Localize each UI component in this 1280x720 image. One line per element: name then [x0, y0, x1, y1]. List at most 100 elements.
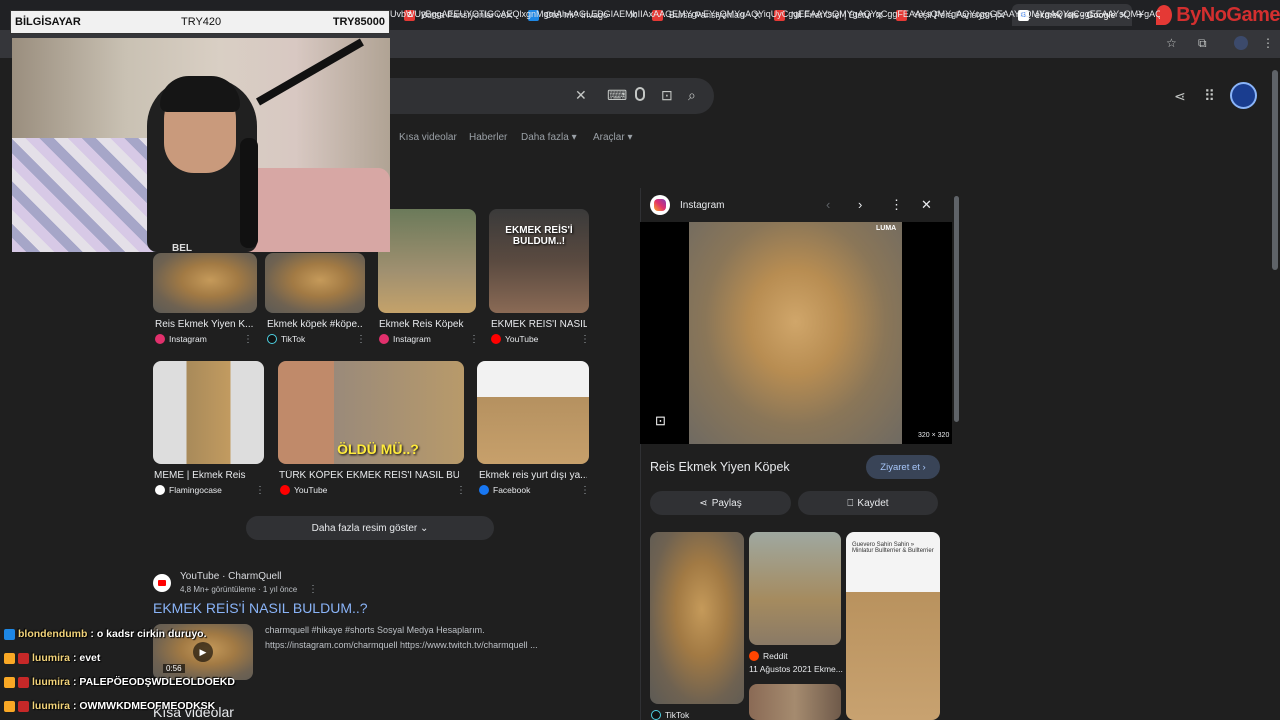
- related-image[interactable]: [749, 532, 841, 645]
- chat-sub-badge-icon: [18, 676, 29, 688]
- image-result-source: Flamingocase: [155, 485, 222, 495]
- next-image-icon[interactable]: ›: [858, 197, 862, 212]
- keyboard-icon[interactable]: ⌨: [607, 87, 627, 104]
- image-result-source: YouTube: [280, 485, 327, 495]
- bookmark-star-icon[interactable]: ☆: [1166, 36, 1177, 50]
- webcam-bed: [12, 138, 162, 252]
- chat-text: : PALEPÖEODŞWDLEOLDOEKD: [72, 676, 235, 688]
- chat-sub-badge-icon: [18, 700, 29, 712]
- more-options-icon[interactable]: ⋮: [456, 485, 466, 496]
- brand-logo-text: ByNoGame: [1176, 3, 1280, 26]
- chat-username: luumira: [32, 652, 70, 664]
- image-result-title[interactable]: Ekmek reis yurt dışı ya...: [479, 470, 587, 481]
- thumbnail-caption: ÖLDÜ MÜ..?: [337, 441, 419, 457]
- more-options-icon[interactable]: ⋮: [580, 334, 590, 345]
- search-icon[interactable]: ⌕: [688, 87, 696, 104]
- image-result-thumbnail[interactable]: [477, 361, 589, 464]
- related-image[interactable]: [650, 532, 744, 704]
- chat-username: blondendumb: [18, 628, 88, 640]
- more-images-button[interactable]: Daha fazla resim göster ⌄: [246, 516, 494, 540]
- shirt-print: BEL: [172, 243, 192, 252]
- more-options-icon[interactable]: ⋮: [469, 334, 479, 345]
- related-image[interactable]: [749, 684, 841, 720]
- chat-sub-badge-icon: [18, 652, 29, 664]
- webcam-hair: [160, 76, 240, 112]
- filter-tab-tools[interactable]: Araçlar ▾: [593, 132, 632, 143]
- image-result-thumbnail[interactable]: EKMEK REİS'İ BULDUM..!: [489, 209, 589, 313]
- facebook-icon: [479, 485, 489, 495]
- image-watermark: LUMA: [876, 225, 897, 232]
- preview-title[interactable]: Reis Ekmek Yiyen Köpek: [650, 460, 790, 474]
- share-button[interactable]: ⋖ Paylaş: [650, 491, 791, 515]
- filter-tab-more[interactable]: Daha fazla ▾: [521, 132, 577, 143]
- video-meta: 4,8 Mn+ görüntüleme · 1 yıl önce: [180, 585, 298, 594]
- panel-scrollbar[interactable]: [954, 196, 959, 422]
- more-options-icon[interactable]: ⋮: [356, 334, 366, 345]
- account-avatar[interactable]: [1230, 82, 1257, 109]
- image-result-title[interactable]: Ekmek Reis Köpek: [379, 319, 475, 330]
- chat-message: luumira : PALEPÖEODŞWDLEOLDOEKD: [4, 676, 235, 688]
- stream-goal-bar: BİLGİSAYAR TRY420 TRY85000: [10, 10, 390, 34]
- image-dimensions: 320 × 320: [918, 432, 950, 439]
- share-icon[interactable]: ⋖: [1174, 88, 1186, 105]
- more-options-icon[interactable]: ⋮: [243, 334, 253, 345]
- chat-username: luumira: [32, 700, 70, 712]
- image-result-source-name: Instagram: [393, 334, 431, 344]
- thumbnail-caption: EKMEK REİS'İ BULDUM..!: [505, 225, 573, 247]
- preview-image[interactable]: [689, 222, 902, 444]
- chat-badge-icon: [4, 676, 15, 688]
- clear-search-icon[interactable]: ✕: [575, 87, 587, 104]
- save-button[interactable]: ⎕ Kaydet: [798, 491, 938, 515]
- filter-tab-shorts[interactable]: Kısa videolar: [399, 132, 457, 143]
- lens-search-icon[interactable]: ⊡: [661, 87, 673, 104]
- image-result-title[interactable]: Ekmek köpek #köpe...: [267, 319, 363, 330]
- chat-badge-icon: [4, 628, 15, 640]
- more-options-icon[interactable]: ⋮: [890, 197, 903, 213]
- visit-button[interactable]: Ziyaret et ›: [866, 455, 940, 479]
- lens-search-icon[interactable]: ⊡: [655, 413, 666, 429]
- extensions-icon[interactable]: ⧉: [1198, 36, 1207, 51]
- share-icon: ⋖: [699, 497, 708, 509]
- more-options-icon[interactable]: ⋮: [308, 584, 318, 595]
- goal-left-label: BİLGİSAYAR: [15, 16, 81, 28]
- preview-source-header[interactable]: Instagram: [650, 194, 724, 216]
- image-result-source-name: Flamingocase: [169, 485, 222, 495]
- filter-tab-news[interactable]: Haberler: [469, 132, 507, 143]
- image-result-source-name: Instagram: [169, 334, 207, 344]
- video-duration: 0:56: [163, 664, 185, 673]
- image-result-thumbnail[interactable]: [153, 253, 257, 313]
- related-image-caption[interactable]: 11 Ağustos 2021 Ekme...: [749, 664, 843, 674]
- image-result-thumbnail[interactable]: [378, 209, 476, 313]
- close-panel-icon[interactable]: ✕: [921, 197, 932, 213]
- mic-icon[interactable]: [635, 87, 645, 101]
- browser-menu-icon[interactable]: ⋮: [1262, 36, 1274, 50]
- image-result-title[interactable]: EKMEK REİS'İ NASIL...: [491, 319, 587, 330]
- image-result-thumbnail[interactable]: [265, 253, 365, 313]
- reddit-icon: [749, 651, 759, 661]
- page-scrollbar[interactable]: [1272, 70, 1278, 270]
- related-source-name: Reddit: [763, 651, 788, 661]
- video-title-link[interactable]: EKMEK REİS'İ NASIL BULDUM..?: [153, 600, 368, 616]
- image-result-title[interactable]: TÜRK KÖPEK EKMEK REİS'İ NASIL BU...: [279, 470, 459, 481]
- instagram-icon: [379, 334, 389, 344]
- more-options-icon[interactable]: ⋮: [255, 485, 265, 496]
- video-source[interactable]: YouTube · CharmQuell: [180, 571, 282, 582]
- image-result-thumbnail[interactable]: ÖLDÜ MÜ..?: [278, 361, 464, 464]
- address-bar[interactable]: UvbWUyBggAEEUYOTIGCAEQlxgnMgoIAhAAGLEDGI…: [390, 4, 1160, 24]
- more-options-icon[interactable]: ⋮: [580, 485, 590, 496]
- related-image[interactable]: Guevero Sahin Sahin » Minlatur Bullterri…: [846, 532, 940, 720]
- google-apps-icon[interactable]: ⠿: [1204, 87, 1215, 105]
- browser-profile-icon[interactable]: [1234, 36, 1248, 50]
- image-result-thumbnail[interactable]: [153, 361, 264, 464]
- goal-current-amount: TRY420: [181, 16, 222, 28]
- share-label: Paylaş: [711, 497, 742, 509]
- play-icon[interactable]: ▶: [193, 642, 213, 662]
- chat-badge-icon: [4, 652, 15, 664]
- image-result-title[interactable]: MEME | Ekmek Reis: [154, 470, 264, 481]
- image-result-title[interactable]: Reis Ekmek Yiyen K...: [155, 319, 255, 330]
- chat-badge-icon: [4, 700, 15, 712]
- tiktok-icon: [651, 710, 661, 720]
- image-result-source: TikTok: [267, 334, 305, 344]
- previous-image-icon[interactable]: ‹: [826, 197, 830, 212]
- instagram-icon: [650, 195, 670, 215]
